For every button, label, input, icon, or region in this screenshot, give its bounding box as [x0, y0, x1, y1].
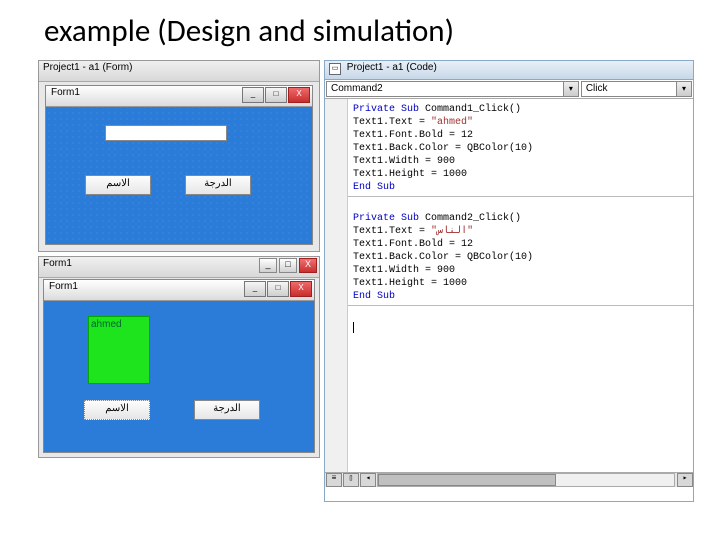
- code-bottom-bar: ≡ ▯ ◂ ▸: [325, 472, 693, 487]
- maximize-icon[interactable]: □: [265, 87, 287, 103]
- maximize-icon[interactable]: □: [279, 258, 297, 273]
- view-full-icon[interactable]: ▯: [343, 473, 359, 487]
- code-margin: [325, 99, 348, 487]
- form1-run-title: Form1: [49, 281, 78, 292]
- command1-design[interactable]: الاسم: [85, 175, 151, 195]
- hscroll-track[interactable]: [377, 473, 675, 487]
- chevron-down-icon[interactable]: ▾: [563, 82, 578, 96]
- object-combo-value: Command2: [331, 83, 383, 94]
- form1-design-titlebar: Form1 _ □ X: [46, 86, 312, 107]
- scroll-right-icon[interactable]: ▸: [677, 473, 693, 487]
- text1-design[interactable]: [105, 125, 227, 141]
- design1-title: Project1 - a1 (Form): [43, 62, 132, 73]
- code-icon: ▭: [329, 63, 341, 75]
- hscroll-thumb[interactable]: [378, 474, 556, 486]
- design-window-1: Project1 - a1 (Form) Form1 _ □ X الاسم ا…: [38, 60, 320, 252]
- code-combobar: Command2 ▾ Click ▾: [325, 80, 693, 99]
- object-combo[interactable]: Command2 ▾: [326, 81, 579, 97]
- close-icon[interactable]: X: [290, 281, 312, 297]
- form1-run-winbtns: _ □ X: [244, 281, 312, 297]
- command2-run[interactable]: الدرجة: [194, 400, 260, 420]
- code-titlebar: ▭ Project1 - a1 (Code): [325, 61, 693, 80]
- caret: [353, 322, 354, 333]
- design1-titlebar: Project1 - a1 (Form): [39, 61, 319, 82]
- slide-title: example (Design and simulation): [0, 0, 720, 54]
- form1-run-titlebar: Form1 _ □ X: [44, 280, 314, 301]
- run-window: Form1 _ □ X Form1 _ □ X ahmed الاسم الدر…: [38, 256, 320, 458]
- run-title: Form1: [43, 258, 72, 269]
- maximize-icon[interactable]: □: [267, 281, 289, 297]
- minimize-icon[interactable]: _: [242, 87, 264, 103]
- run-winbtns: _ □ X: [259, 258, 317, 273]
- scroll-left-icon[interactable]: ◂: [360, 473, 376, 487]
- minimize-icon[interactable]: _: [244, 281, 266, 297]
- minimize-icon[interactable]: _: [259, 258, 277, 273]
- stage: Project1 - a1 (Form) Form1 _ □ X الاسم ا…: [0, 54, 720, 524]
- form1-design-title: Form1: [51, 87, 80, 98]
- view-proc-icon[interactable]: ≡: [326, 473, 342, 487]
- text1-run-result[interactable]: ahmed: [88, 316, 150, 384]
- form1-design-winbtns: _ □ X: [242, 87, 310, 103]
- command1-run[interactable]: الاسم: [84, 400, 150, 420]
- run-titlebar: Form1 _ □ X: [39, 257, 319, 278]
- close-icon[interactable]: X: [288, 87, 310, 103]
- code-editor[interactable]: Private Sub Command1_Click() Text1.Text …: [325, 99, 693, 487]
- chevron-down-icon[interactable]: ▾: [676, 82, 691, 96]
- code-window: ▭ Project1 - a1 (Code) Command2 ▾ Click …: [324, 60, 694, 502]
- code-title: Project1 - a1 (Code): [347, 62, 437, 73]
- event-combo-value: Click: [586, 83, 608, 94]
- event-combo[interactable]: Click ▾: [581, 81, 692, 97]
- command2-design[interactable]: الدرجة: [185, 175, 251, 195]
- design1-canvas: Form1 _ □ X الاسم الدرجة: [45, 85, 311, 243]
- form1-design[interactable]: Form1 _ □ X الاسم الدرجة: [45, 85, 313, 245]
- close-icon[interactable]: X: [299, 258, 317, 273]
- form1-run: Form1 _ □ X ahmed الاسم الدرجة: [43, 279, 315, 453]
